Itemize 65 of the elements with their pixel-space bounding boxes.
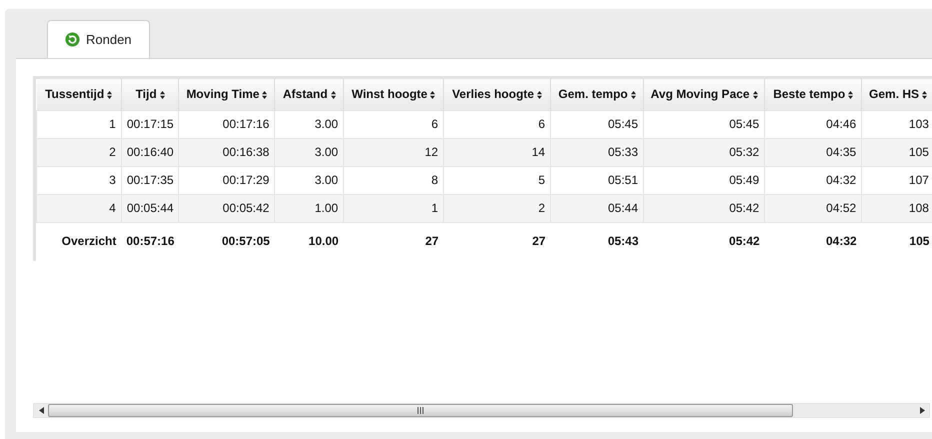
table-cell: 00:05:42 xyxy=(178,194,275,222)
table-cell: 00:16:40 xyxy=(121,138,179,166)
table-cell: 14 xyxy=(444,138,551,166)
table-cell: 00:16:38 xyxy=(178,138,275,166)
table-cell: 00:17:16 xyxy=(178,110,275,138)
column-header[interactable]: Winst hoogte xyxy=(344,79,444,110)
table-cell: 1.00 xyxy=(274,194,344,222)
scroll-right-icon[interactable] xyxy=(920,407,924,414)
sort-icon xyxy=(330,91,336,100)
table-cell: 12 xyxy=(344,138,444,166)
column-header[interactable]: Gem. tempo xyxy=(550,79,644,110)
sort-icon xyxy=(430,91,436,100)
table-cell: 3 xyxy=(36,166,122,194)
table-cell: 105 xyxy=(862,138,932,166)
table-cell: 00:17:15 xyxy=(121,110,179,138)
table-cell: 5 xyxy=(444,166,551,194)
sort-icon xyxy=(630,91,636,100)
table-cell: 05:49 xyxy=(644,166,765,194)
sort-icon xyxy=(160,91,165,100)
table-cell: 00:17:29 xyxy=(178,166,275,194)
table-cell: 6 xyxy=(444,110,551,138)
table-cell: 1 xyxy=(36,110,122,138)
refresh-icon xyxy=(65,32,80,47)
table-cell: 05:45 xyxy=(644,110,765,138)
scrollbar-thumb[interactable] xyxy=(48,404,793,417)
sort-icon xyxy=(262,91,268,100)
column-header[interactable]: Afstand xyxy=(274,79,344,110)
table-cell: 05:51 xyxy=(550,166,644,194)
column-header[interactable]: Verlies hoogte xyxy=(444,79,551,110)
table-cell: 05:42 xyxy=(644,194,765,222)
tab[interactable]: Ronden xyxy=(47,20,150,58)
table-cell: 00:17:35 xyxy=(121,166,179,194)
sort-icon xyxy=(537,91,542,100)
table-cell: 04:32 xyxy=(764,166,862,194)
table-cell: 3.00 xyxy=(274,166,344,194)
table-cell: 05:45 xyxy=(550,110,644,138)
scroll-left-icon[interactable] xyxy=(38,407,44,414)
column-header[interactable]: Tussentijd xyxy=(36,79,122,110)
table-cell: 1 xyxy=(344,194,444,222)
table-cell: 2 xyxy=(444,194,551,222)
table-cell: 6 xyxy=(344,110,444,138)
table-cell: 108 xyxy=(862,194,932,222)
table-cell: 8 xyxy=(344,166,444,194)
table-cell: 103 xyxy=(862,110,932,138)
table-cell: 05:44 xyxy=(550,194,644,222)
column-header[interactable]: Beste tempo xyxy=(764,79,862,110)
table-cell: 04:35 xyxy=(764,138,862,166)
sort-icon xyxy=(752,91,758,100)
sort-icon xyxy=(848,91,854,100)
table-cell: 4 xyxy=(36,194,122,222)
table-cell: 00:05:44 xyxy=(121,194,179,222)
table-cell: 3.00 xyxy=(274,138,344,166)
table-cell: 05:33 xyxy=(550,138,644,166)
column-header[interactable]: Avg Moving Pace xyxy=(644,79,765,110)
table-cell: 05:32 xyxy=(644,138,765,166)
column-header[interactable]: Moving Time xyxy=(178,79,275,110)
table-cell: 3.00 xyxy=(274,110,344,138)
column-header[interactable]: Tijd xyxy=(121,79,179,110)
table-cell: 04:46 xyxy=(764,110,862,138)
sort-icon xyxy=(922,91,928,100)
sort-icon xyxy=(107,91,112,100)
horizontal-scrollbar[interactable] xyxy=(33,403,930,418)
table-cell: 2 xyxy=(36,138,122,166)
table-cell: 04:52 xyxy=(764,194,862,222)
column-header[interactable]: Gem. HS xyxy=(862,79,932,110)
